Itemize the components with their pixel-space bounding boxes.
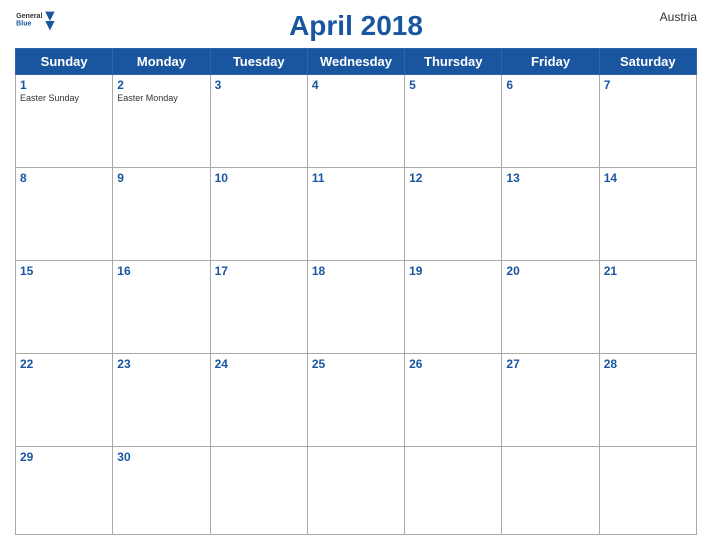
day-number: 11: [312, 171, 400, 185]
calendar-cell: 7: [599, 75, 696, 168]
calendar-table: Sunday Monday Tuesday Wednesday Thursday…: [15, 48, 697, 535]
page-title: April 2018: [289, 10, 423, 42]
day-number: 28: [604, 357, 692, 371]
calendar-cell: 6: [502, 75, 599, 168]
day-number: 9: [117, 171, 205, 185]
calendar-cell: 0: [405, 447, 502, 535]
day-number: 22: [20, 357, 108, 371]
day-number: 17: [215, 264, 303, 278]
day-number: 0: [409, 450, 497, 464]
calendar-cell: 8: [16, 168, 113, 261]
calendar-cell: 30: [113, 447, 210, 535]
col-sunday: Sunday: [16, 49, 113, 75]
svg-text:General: General: [16, 13, 42, 20]
col-thursday: Thursday: [405, 49, 502, 75]
calendar-cell: 0: [307, 447, 404, 535]
day-number: 5: [409, 78, 497, 92]
calendar-cell: 0: [599, 447, 696, 535]
calendar-row: 15 16 17 18 19 20 21: [16, 261, 697, 354]
day-number: 16: [117, 264, 205, 278]
calendar-cell: 25: [307, 354, 404, 447]
day-number: 12: [409, 171, 497, 185]
calendar-cell: 0: [210, 447, 307, 535]
holiday-label: Easter Monday: [117, 93, 205, 104]
day-number: 19: [409, 264, 497, 278]
country-label: Austria: [660, 10, 697, 24]
logo: General Blue: [15, 10, 55, 32]
day-number: 0: [215, 450, 303, 464]
day-number: 4: [312, 78, 400, 92]
calendar-cell: 11: [307, 168, 404, 261]
day-number: 15: [20, 264, 108, 278]
day-number: 6: [506, 78, 594, 92]
day-number: 30: [117, 450, 205, 464]
day-number: 26: [409, 357, 497, 371]
day-number: 29: [20, 450, 108, 464]
day-number: 24: [215, 357, 303, 371]
calendar-row: 89 10 11 12 13 14: [16, 168, 697, 261]
calendar-cell: 29: [16, 447, 113, 535]
day-number: 21: [604, 264, 692, 278]
calendar-cell: 12: [405, 168, 502, 261]
holiday-label: Easter Sunday: [20, 93, 108, 104]
page: General Blue April 2018 Austria Sunday M…: [0, 0, 712, 550]
calendar-row: 22 23 24 25 26 27 28: [16, 354, 697, 447]
calendar-cell: 4: [307, 75, 404, 168]
day-number: 7: [604, 78, 692, 92]
day-number: 0: [312, 450, 400, 464]
day-number: 25: [312, 357, 400, 371]
day-number: 8: [20, 171, 108, 185]
calendar-cell: 2Easter Monday: [113, 75, 210, 168]
calendar-cell: 23: [113, 354, 210, 447]
calendar-cell: 22: [16, 354, 113, 447]
calendar-cell: 0: [502, 447, 599, 535]
calendar-header-row: Sunday Monday Tuesday Wednesday Thursday…: [16, 49, 697, 75]
calendar-cell: 10: [210, 168, 307, 261]
calendar-cell: 18: [307, 261, 404, 354]
calendar-row: 1Easter Sunday2Easter Monday34567: [16, 75, 697, 168]
calendar-cell: 14: [599, 168, 696, 261]
day-number: 0: [604, 450, 692, 464]
col-saturday: Saturday: [599, 49, 696, 75]
calendar-cell: 15: [16, 261, 113, 354]
day-number: 10: [215, 171, 303, 185]
calendar-cell: 16: [113, 261, 210, 354]
calendar-cell: 9: [113, 168, 210, 261]
calendar-cell: 28: [599, 354, 696, 447]
day-number: 18: [312, 264, 400, 278]
col-wednesday: Wednesday: [307, 49, 404, 75]
svg-text:Blue: Blue: [16, 21, 31, 28]
calendar-row: 293000000: [16, 447, 697, 535]
calendar-cell: 19: [405, 261, 502, 354]
calendar-cell: 20: [502, 261, 599, 354]
calendar-cell: 26: [405, 354, 502, 447]
calendar-cell: 27: [502, 354, 599, 447]
day-number: 14: [604, 171, 692, 185]
day-number: 0: [506, 450, 594, 464]
calendar-cell: 3: [210, 75, 307, 168]
col-tuesday: Tuesday: [210, 49, 307, 75]
day-number: 2: [117, 78, 205, 92]
day-number: 27: [506, 357, 594, 371]
day-number: 20: [506, 264, 594, 278]
calendar-cell: 21: [599, 261, 696, 354]
calendar-cell: 13: [502, 168, 599, 261]
col-friday: Friday: [502, 49, 599, 75]
calendar-cell: 5: [405, 75, 502, 168]
day-number: 1: [20, 78, 108, 92]
calendar-cell: 1Easter Sunday: [16, 75, 113, 168]
day-number: 23: [117, 357, 205, 371]
calendar-cell: 17: [210, 261, 307, 354]
header: General Blue April 2018 Austria: [15, 10, 697, 42]
col-monday: Monday: [113, 49, 210, 75]
day-number: 13: [506, 171, 594, 185]
day-number: 3: [215, 78, 303, 92]
calendar-cell: 24: [210, 354, 307, 447]
